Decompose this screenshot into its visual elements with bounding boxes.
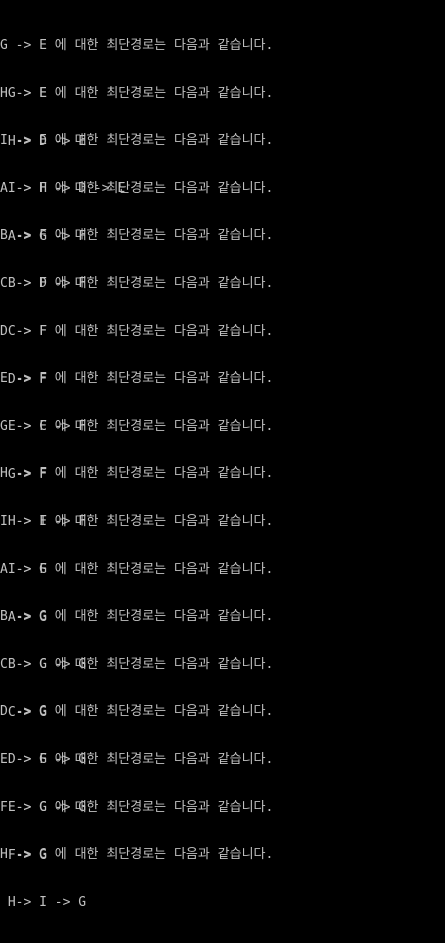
output-block: C -> G 에 대한 최단경로는 다음과 같습니다. C-> G [0,625,445,720]
output-block: F -> G 에 대한 최단경로는 다음과 같습니다. F-> G [0,768,445,863]
output-block: G -> E 에 대한 최단경로는 다음과 같습니다. G-> E [0,6,445,101]
route-path-line: H-> I -> G [0,895,87,911]
route-header-line: H -> F 에 대한 최단경로는 다음과 같습니다. [0,466,274,482]
output-block: G -> F 에 대한 최단경로는 다음과 같습니다. G-> F [0,387,445,482]
output-block: C -> F 에 대한 최단경로는 다음과 같습니다. C-> F [0,244,445,339]
output-block: E -> G 에 대한 최단경로는 다음과 같습니다. E-> C -> G [0,720,445,815]
output-block: I -> E 에 대한 최단경로는 다음과 같습니다. I-> H -> D -… [0,101,445,196]
route-header-line: H -> G 에 대한 최단경로는 다음과 같습니다. [0,847,274,863]
output-block: D -> F 에 대한 최단경로는 다음과 같습니다. D-> F [0,292,445,387]
output-block: B -> F 에 대한 최단경로는 다음과 같습니다. B-> D -> F [0,196,445,291]
route-header-line: F -> G 에 대한 최단경로는 다음과 같습니다. [0,799,274,815]
route-header-line: G -> E 에 대한 최단경로는 다음과 같습니다. [0,38,274,53]
output-block: E -> F 에 대한 최단경로는 다음과 같습니다. E-> C -> F [0,339,445,434]
output-block: I -> F 에 대한 최단경로는 다음과 같습니다. I-> F [0,482,445,577]
route-header-line: E -> F 에 대한 최단경로는 다음과 같습니다. [0,371,274,387]
route-header-line: I -> E 에 대한 최단경로는 다음과 같습니다. [0,133,274,149]
route-header-line: C -> G 에 대한 최단경로는 다음과 같습니다. [0,656,274,672]
route-header-line: H -> E 에 대한 최단경로는 다음과 같습니다. [0,85,274,101]
output-block: A -> G 에 대한 최단경로는 다음과 같습니다. A-> G [0,530,445,625]
route-header-line: G -> F 에 대한 최단경로는 다음과 같습니다. [0,418,274,434]
output-block: H -> E 에 대한 최단경로는 다음과 같습니다. H-> D -> E [0,54,445,149]
route-header-line: C -> F 에 대한 최단경로는 다음과 같습니다. [0,275,274,291]
output-block: D -> G 에 대한 최단경로는 다음과 같습니다. D-> F -> G [0,672,445,767]
route-header-line: I -> F 에 대한 최단경로는 다음과 같습니다. [0,513,274,529]
console-output: G -> E 에 대한 최단경로는 다음과 같습니다. G-> E H -> E… [0,0,445,910]
route-header-line: D -> G 에 대한 최단경로는 다음과 같습니다. [0,704,274,720]
output-block: H -> F 에 대한 최단경로는 다음과 같습니다. H-> I -> F [0,434,445,529]
route-header-line: D -> F 에 대한 최단경로는 다음과 같습니다. [0,323,274,339]
output-block: B -> G 에 대한 최단경로는 다음과 같습니다. B-> C -> G [0,577,445,672]
output-block: A -> F 에 대한 최단경로는 다음과 같습니다. A-> G -> F [0,149,445,244]
route-header-line: A -> F 에 대한 최단경로는 다음과 같습니다. [0,180,274,196]
route-header-line: A -> G 에 대한 최단경로는 다음과 같습니다. [0,561,274,577]
route-header-line: E -> G 에 대한 최단경로는 다음과 같습니다. [0,751,274,767]
output-block: H -> G 에 대한 최단경로는 다음과 같습니다. H-> I -> G [0,815,445,910]
route-header-line: B -> F 에 대한 최단경로는 다음과 같습니다. [0,228,274,244]
route-header-line: B -> G 에 대한 최단경로는 다음과 같습니다. [0,609,274,625]
